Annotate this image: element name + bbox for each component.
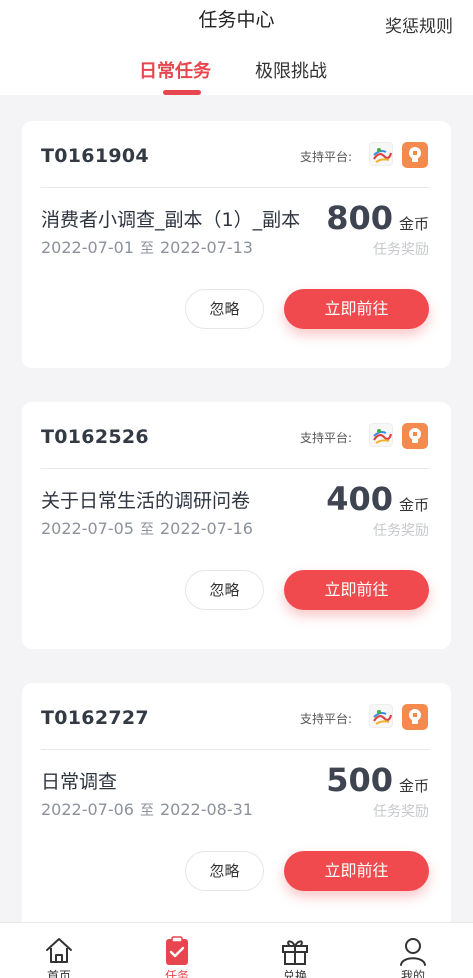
start-date: 2022-07-05 bbox=[41, 519, 134, 538]
nav-label: 我的 bbox=[400, 969, 425, 978]
nav-item-home[interactable]: 首页 bbox=[19, 923, 99, 978]
reward: 800 金币 bbox=[326, 199, 429, 237]
reward-label: 任务奖励 bbox=[373, 523, 429, 539]
end-date: 2022-08-31 bbox=[159, 800, 253, 819]
nav-label: 任务 bbox=[164, 969, 189, 978]
date-separator: 至 bbox=[139, 803, 154, 819]
task-title: 消费者小调查_副本（1）_副本 bbox=[41, 209, 301, 231]
active-tab-indicator bbox=[163, 90, 201, 95]
platform-lightbulb-icon bbox=[402, 423, 428, 449]
go-now-button[interactable]: 立即前往 bbox=[284, 289, 429, 329]
nav-label: 首页 bbox=[46, 969, 71, 978]
platform-lightbulb-icon bbox=[402, 704, 428, 730]
task-date-range: 2022-07-05 至 2022-07-16 bbox=[41, 519, 253, 539]
task-date-range: 2022-07-06 至 2022-08-31 bbox=[41, 800, 253, 820]
home-icon bbox=[46, 938, 72, 963]
reward: 400 金币 bbox=[326, 480, 429, 518]
header: 任务中心 奖惩规则 日常任务 极限挑战 bbox=[0, 0, 473, 95]
start-date: 2022-07-01 bbox=[41, 238, 134, 257]
reward: 500 金币 bbox=[326, 761, 429, 799]
card-divider bbox=[41, 468, 430, 469]
reward-label: 任务奖励 bbox=[373, 242, 429, 258]
start-date: 2022-07-06 bbox=[41, 800, 134, 819]
go-now-button[interactable]: 立即前往 bbox=[284, 570, 429, 610]
profile-icon bbox=[400, 938, 426, 966]
task-clipboard-icon bbox=[166, 936, 188, 965]
nav-item-exchange[interactable]: 兑换 bbox=[255, 923, 335, 978]
platform-label: 支持平台: bbox=[300, 712, 353, 726]
nav-item-tasks[interactable]: 任务 bbox=[137, 923, 217, 978]
task-title: 关于日常生活的调研问卷 bbox=[41, 490, 251, 512]
task-id: T0162727 bbox=[41, 707, 149, 729]
reward-unit: 金币 bbox=[398, 496, 429, 514]
date-separator: 至 bbox=[139, 241, 154, 257]
tab-bar: 日常任务 极限挑战 bbox=[0, 57, 473, 95]
task-id: T0162526 bbox=[41, 426, 149, 448]
tab-daily-tasks[interactable]: 日常任务 bbox=[139, 57, 211, 83]
nav-label: 兑换 bbox=[282, 969, 307, 978]
end-date: 2022-07-16 bbox=[159, 519, 253, 538]
platform-app-icon bbox=[369, 704, 393, 728]
tab-extreme-challenge[interactable]: 极限挑战 bbox=[255, 57, 327, 83]
platform-lightbulb-icon bbox=[402, 142, 428, 168]
rules-link[interactable]: 奖惩规则 bbox=[385, 12, 453, 37]
task-title: 日常调查 bbox=[41, 771, 118, 793]
reward-amount: 400 bbox=[326, 480, 393, 518]
nav-item-profile[interactable]: 我的 bbox=[373, 923, 453, 978]
ignore-button[interactable]: 忽略 bbox=[185, 570, 264, 610]
go-now-button[interactable]: 立即前往 bbox=[284, 851, 429, 891]
reward-label: 任务奖励 bbox=[373, 804, 429, 820]
date-separator: 至 bbox=[139, 522, 154, 538]
reward-amount: 800 bbox=[326, 199, 393, 237]
platform-app-icon bbox=[369, 142, 393, 166]
task-id: T0161904 bbox=[41, 145, 149, 167]
reward-amount: 500 bbox=[326, 761, 393, 799]
ignore-button[interactable]: 忽略 bbox=[185, 289, 264, 329]
task-card: T0162727 支持平台: 日常调查 2022-07-06 至 2022-08-3… bbox=[22, 683, 451, 930]
task-date-range: 2022-07-01 至 2022-07-13 bbox=[41, 238, 253, 258]
end-date: 2022-07-13 bbox=[159, 238, 253, 257]
card-divider bbox=[41, 749, 430, 750]
reward-unit: 金币 bbox=[398, 215, 429, 233]
platform-label: 支持平台: bbox=[300, 431, 353, 445]
bottom-nav: 首页 任务 兑换 我的 bbox=[0, 922, 473, 978]
task-card: T0161904 支持平台: 消费者小调查_副本（1）_副本 2022-07-0… bbox=[22, 121, 451, 368]
reward-unit: 金币 bbox=[398, 777, 429, 795]
task-card: T0162526 支持平台: 关于日常生活的调研问卷 2022-07-05 至 20… bbox=[22, 402, 451, 649]
platform-label: 支持平台: bbox=[300, 150, 353, 164]
card-divider bbox=[41, 187, 430, 188]
ignore-button[interactable]: 忽略 bbox=[185, 851, 264, 891]
gift-icon bbox=[282, 940, 308, 965]
platform-app-icon bbox=[369, 423, 393, 447]
